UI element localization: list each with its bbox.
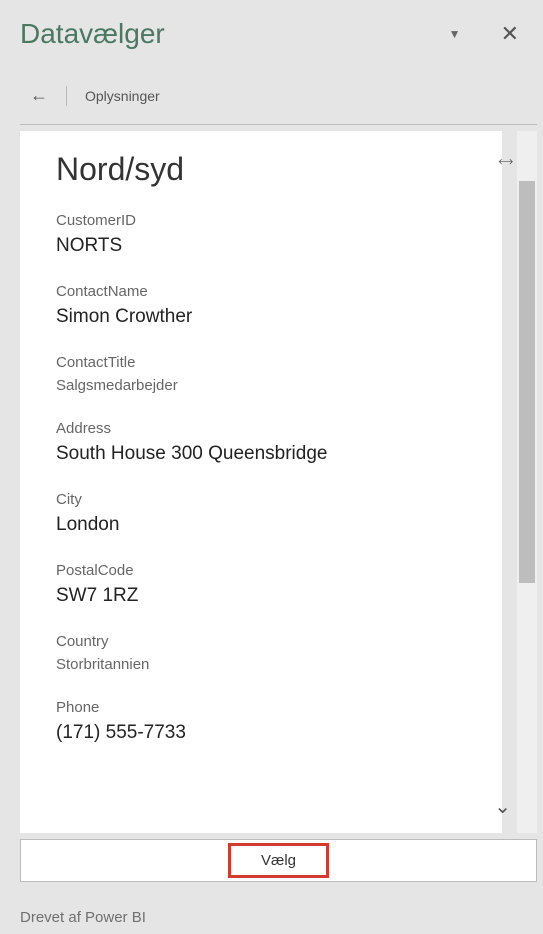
field-label: Address bbox=[56, 420, 502, 437]
field-value: Simon Crowther bbox=[56, 306, 502, 328]
dropdown-icon[interactable]: ▼ bbox=[449, 27, 461, 41]
detail-panel: Nord/syd CustomerID NORTS ContactName Si… bbox=[20, 131, 502, 833]
field-address: Address South House 300 Queensbridge bbox=[56, 420, 502, 465]
field-customerid: CustomerID NORTS bbox=[56, 212, 502, 257]
scrollbar-thumb[interactable] bbox=[519, 181, 535, 583]
detail-title: Nord/syd bbox=[56, 151, 502, 188]
field-value: SW7 1RZ bbox=[56, 585, 502, 607]
field-label: Country bbox=[56, 633, 502, 650]
scrollbar-track[interactable] bbox=[517, 131, 537, 833]
field-value: South House 300 Queensbridge bbox=[56, 443, 502, 465]
select-button-container: Vælg bbox=[20, 839, 537, 882]
field-value: (171) 555-7733 bbox=[56, 722, 502, 744]
field-country: Country Storbritannien bbox=[56, 633, 502, 673]
divider bbox=[66, 86, 67, 106]
select-button[interactable]: Vælg bbox=[228, 843, 329, 878]
chevron-down-icon[interactable]: ⌄ bbox=[494, 794, 511, 819]
field-city: City London bbox=[56, 491, 502, 536]
field-phone: Phone (171) 555-7733 bbox=[56, 699, 502, 744]
breadcrumb-label: Oplysninger bbox=[85, 88, 160, 104]
field-postalcode: PostalCode SW7 1RZ bbox=[56, 562, 502, 607]
field-label: PostalCode bbox=[56, 562, 502, 579]
separator bbox=[20, 124, 537, 125]
field-label: ContactTitle bbox=[56, 354, 502, 371]
field-contacttitle: ContactTitle Salgsmedarbejder bbox=[56, 354, 502, 394]
field-label: Phone bbox=[56, 699, 502, 716]
close-icon[interactable]: ✕ bbox=[501, 23, 519, 45]
field-value: London bbox=[56, 514, 502, 536]
footer-powered-by: Drevet af Power BI bbox=[20, 909, 146, 926]
field-label: City bbox=[56, 491, 502, 508]
back-arrow-icon[interactable]: ← bbox=[30, 85, 48, 106]
field-label: ContactName bbox=[56, 283, 502, 300]
field-contactname: ContactName Simon Crowther bbox=[56, 283, 502, 328]
field-label: CustomerID bbox=[56, 212, 502, 229]
field-value: Salgsmedarbejder bbox=[56, 377, 502, 394]
field-value: NORTS bbox=[56, 235, 502, 257]
app-title: Datavælger bbox=[20, 18, 165, 50]
field-value: Storbritannien bbox=[56, 656, 502, 673]
